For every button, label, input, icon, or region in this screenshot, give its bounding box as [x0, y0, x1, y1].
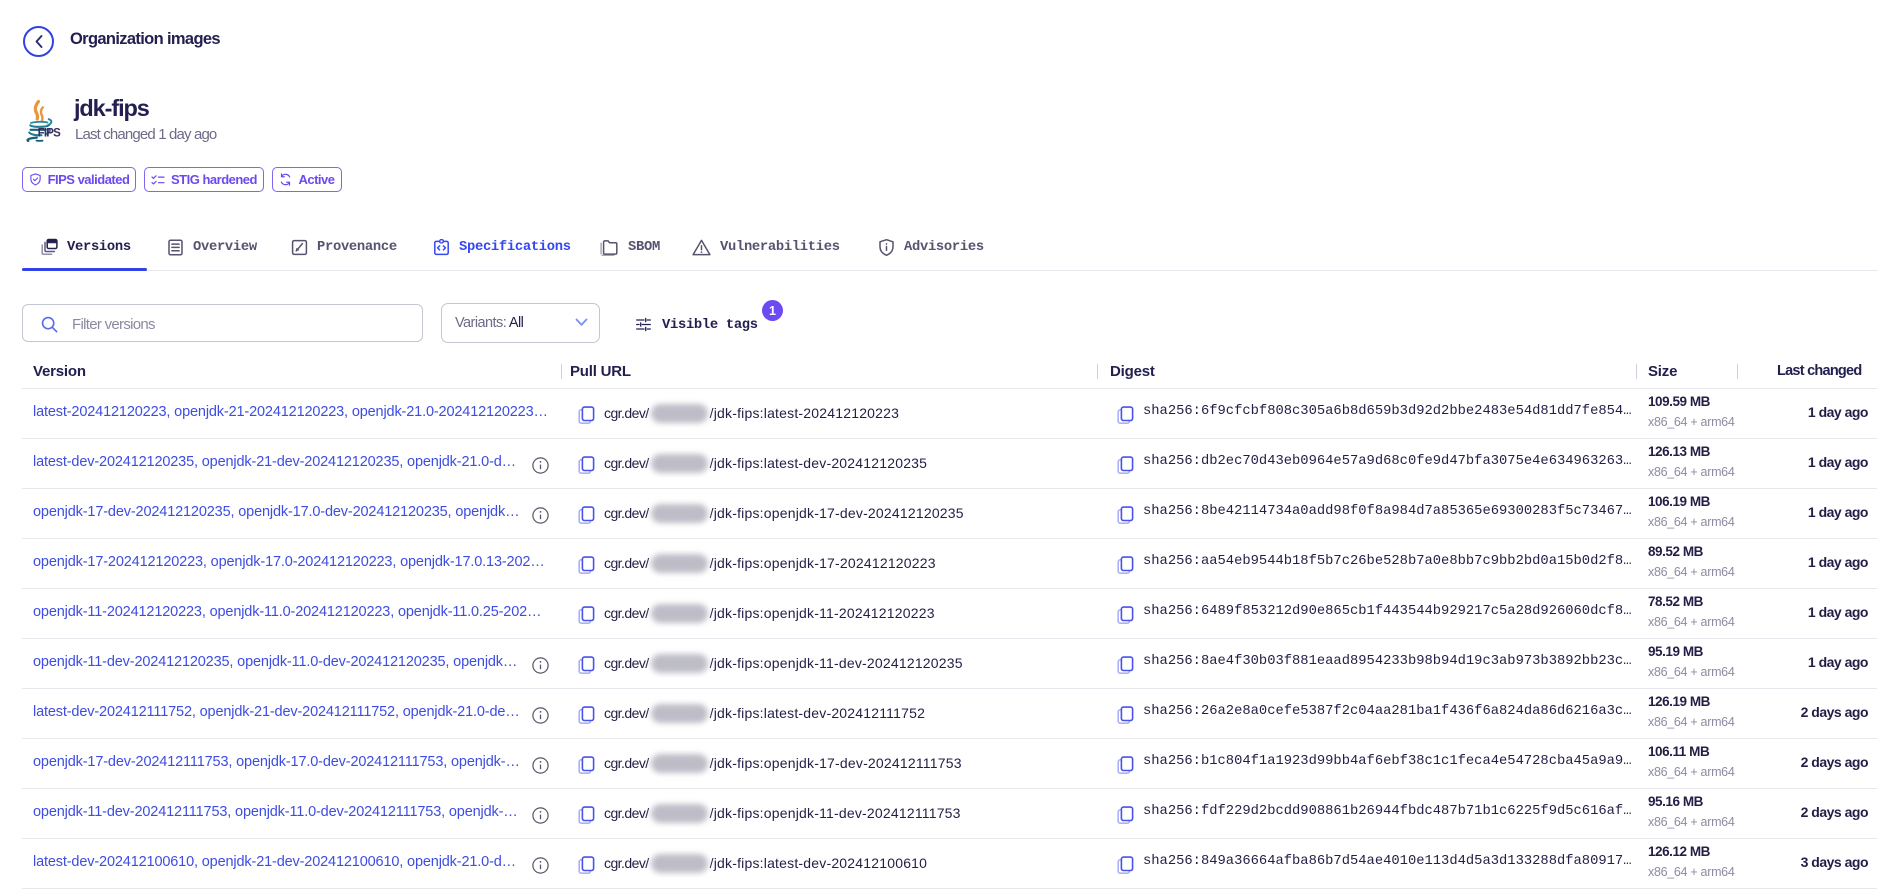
- svg-text:FIPS: FIPS: [38, 128, 61, 140]
